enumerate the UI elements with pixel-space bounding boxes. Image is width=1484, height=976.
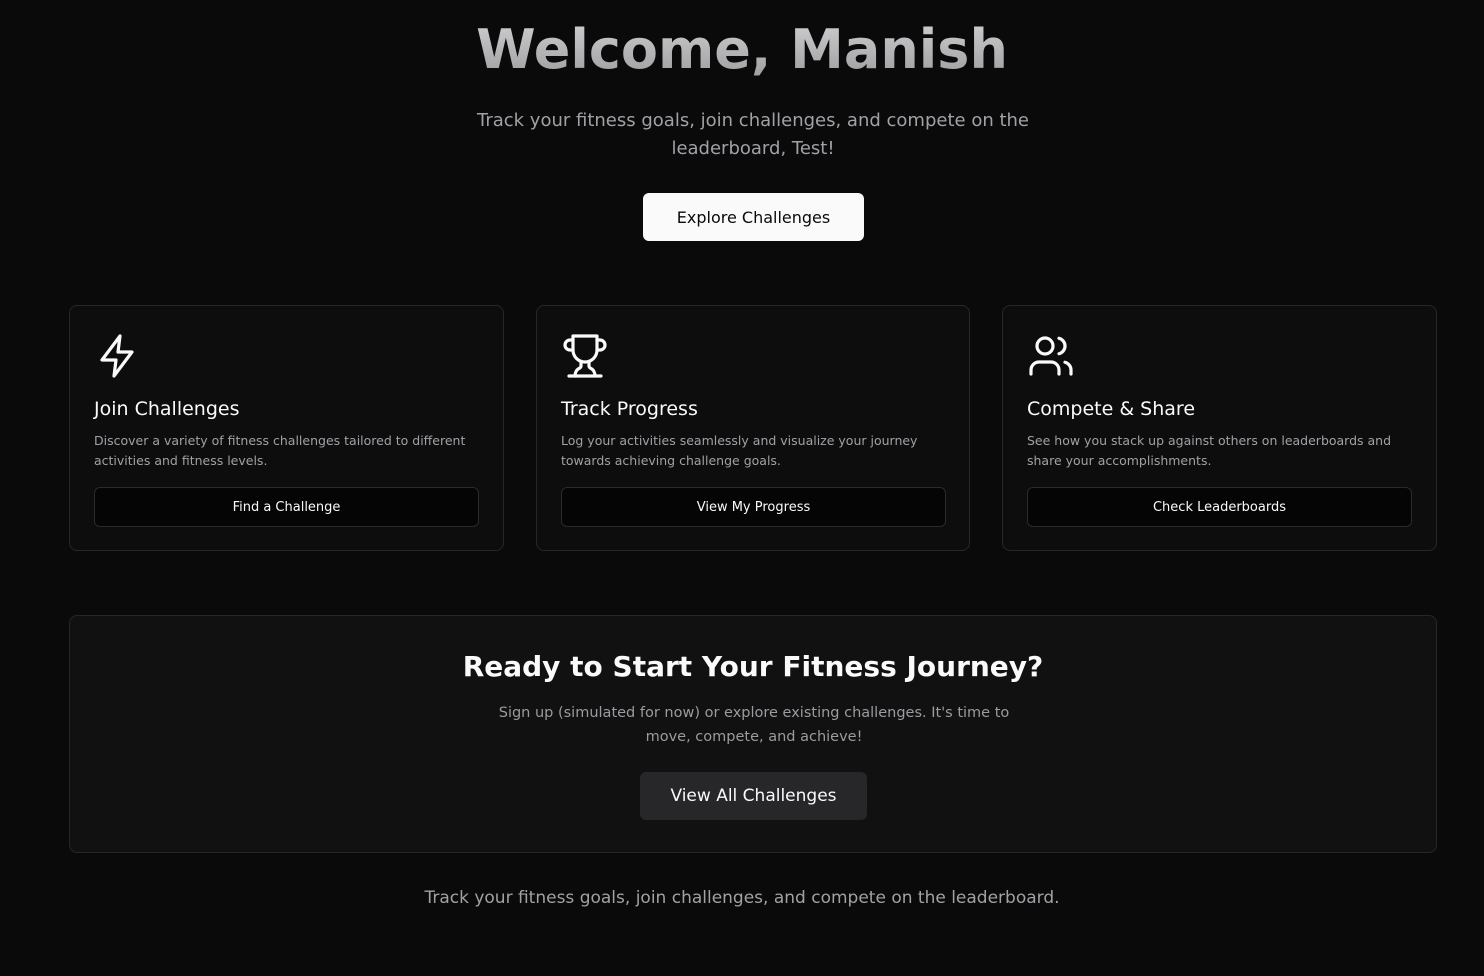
feature-card-join-challenges: Join Challenges Discover a variety of fi…: [69, 305, 504, 551]
trophy-icon: [561, 332, 609, 380]
find-challenge-button[interactable]: Find a Challenge: [94, 487, 479, 527]
users-icon: [1027, 332, 1075, 380]
feature-title: Join Challenges: [94, 398, 240, 420]
feature-description: Discover a variety of fitness challenges…: [94, 433, 466, 468]
feature-title: Track Progress: [561, 398, 698, 420]
explore-challenges-button[interactable]: Explore Challenges: [643, 193, 864, 241]
feature-title: Compete & Share: [1027, 398, 1196, 420]
feature-card-track-progress: Track Progress Log your activities seaml…: [536, 305, 970, 551]
feature-card-compete-share: Compete & Share See how you stack up aga…: [1002, 305, 1437, 551]
feature-description: Log your activities seamlessly and visua…: [561, 433, 918, 468]
lightning-icon: [94, 332, 142, 380]
check-leaderboards-button[interactable]: Check Leaderboards: [1027, 487, 1412, 527]
feature-description: See how you stack up against others on l…: [1027, 433, 1392, 468]
footer-text: Track your fitness goals, join challenge…: [424, 888, 1060, 908]
cta-section: Ready to Start Your Fitness Journey? Sig…: [69, 615, 1437, 853]
home-page: Welcome, Manish Track your fitness goals…: [0, 0, 1484, 976]
cta-description: Sign up (simulated for now) or explore e…: [498, 705, 1010, 745]
hero-subtitle: Track your fitness goals, join challenge…: [476, 110, 1029, 159]
welcome-heading: Welcome, Manish: [0, 18, 1484, 81]
view-all-challenges-button[interactable]: View All Challenges: [640, 772, 867, 820]
view-progress-button[interactable]: View My Progress: [561, 487, 946, 527]
cta-title: Ready to Start Your Fitness Journey?: [462, 650, 1044, 683]
